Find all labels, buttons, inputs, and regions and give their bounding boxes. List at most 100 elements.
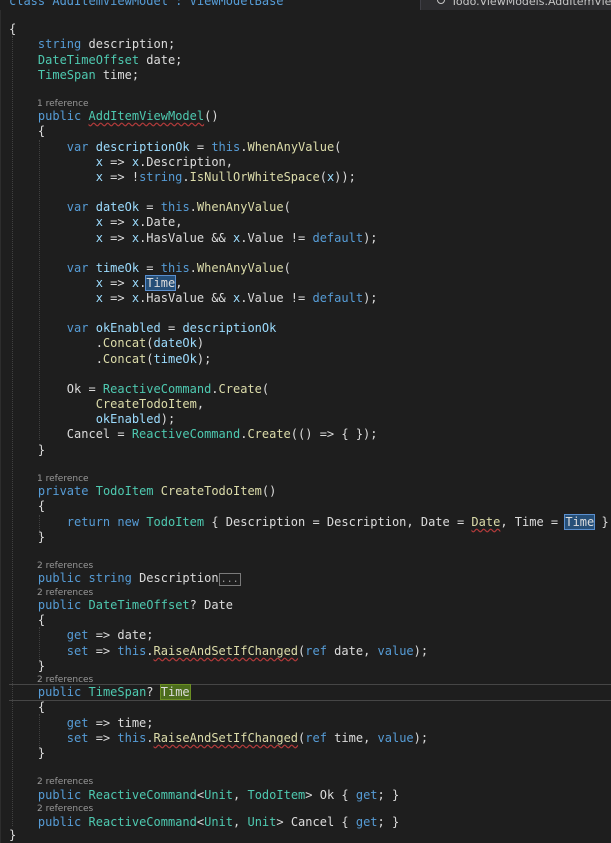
code-token: ); <box>363 291 378 305</box>
code-token: return <box>66 515 111 529</box>
code-token: public <box>37 598 82 612</box>
code-token: set <box>66 644 89 658</box>
code-token: timeOk <box>95 261 140 275</box>
code-line[interactable]: var dateOk = this.WhenAnyValue( <box>9 200 611 215</box>
code-line[interactable]: .Concat(dateOk) <box>9 336 611 351</box>
code-token: ); <box>413 644 429 658</box>
codelens-cancel-references[interactable]: 2 references <box>37 804 93 815</box>
code-line[interactable]: Ok = ReactiveCommand.Create( <box>9 382 611 397</box>
code-token: AddItemViewModel <box>88 109 205 123</box>
code-line[interactable]: CreateTodoItem, <box>9 397 611 412</box>
code-line[interactable]: var timeOk = this.WhenAnyValue( <box>9 261 611 276</box>
code-token: Time <box>159 684 191 700</box>
code-token: Unit <box>204 788 234 802</box>
code-line[interactable]: public AddItemViewModel() <box>9 109 611 124</box>
code-line[interactable]: } <box>9 828 611 843</box>
code-line[interactable]: public DateTimeOffset? Date <box>9 598 611 613</box>
code-token: string <box>139 170 183 184</box>
code-line[interactable]: var okEnabled = descriptionOk <box>9 321 611 336</box>
code-token: get <box>355 788 378 802</box>
code-token: > Cancel { <box>276 815 356 829</box>
code-line[interactable]: x => x.Date, <box>9 215 611 230</box>
code-token: public <box>37 571 82 585</box>
code-line[interactable]: DateTimeOffset date; <box>9 53 611 68</box>
code-token: TodoItem <box>95 484 154 498</box>
code-line[interactable]: x => x.Description, <box>9 155 611 170</box>
code-line[interactable]: } <box>9 746 611 761</box>
code-line[interactable]: get => time; <box>9 716 611 731</box>
navigation-dropdown[interactable]: Todo.ViewModels.AddItemViewModel <box>420 0 611 10</box>
code-token: dateOk <box>153 336 197 350</box>
navigation-dropdown-label: Todo.ViewModels.AddItemViewModel <box>451 0 611 8</box>
code-line[interactable]: } <box>9 530 611 545</box>
code-line[interactable]: x => x.Time, <box>9 275 611 291</box>
code-token: , <box>233 788 248 802</box>
code-token: description; <box>81 37 176 51</box>
code-line[interactable]: } <box>9 443 611 458</box>
code-token: x <box>95 170 103 184</box>
code-token: date; <box>139 53 183 67</box>
code-editor[interactable]: class AddItemViewModel : ViewModelBase T… <box>0 0 611 843</box>
code-line[interactable]: public string Description... <box>9 571 611 586</box>
code-token: this <box>160 261 190 275</box>
code-line[interactable]: { <box>9 499 611 514</box>
code-line[interactable]: .Concat(timeOk); <box>9 352 611 367</box>
code-token: ) <box>196 336 205 350</box>
code-line[interactable]: return new TodoItem { Description = Desc… <box>9 514 611 530</box>
code-token: ); <box>363 231 378 245</box>
code-line[interactable]: } <box>9 659 611 674</box>
code-line[interactable]: public TimeSpan? Time <box>9 684 611 701</box>
code-token: ; } <box>377 815 400 829</box>
code-line[interactable]: x => x.HasValue && x.Value != default); <box>9 231 611 246</box>
code-token: WhenAnyValue <box>196 261 284 275</box>
code-line[interactable]: get => date; <box>9 628 611 643</box>
class-declaration-line: class AddItemViewModel : ViewModelBase <box>9 0 284 8</box>
code-token: DateTimeOffset <box>88 598 190 612</box>
code-token: IsNullOrWhiteSpace <box>189 170 320 184</box>
code-token: Create <box>218 382 262 396</box>
code-token: new <box>117 515 140 529</box>
code-line[interactable]: { <box>9 124 611 139</box>
code-token: . <box>211 382 219 396</box>
code-token: public <box>37 815 82 829</box>
code-line[interactable]: Cancel = ReactiveCommand.Create(() => { … <box>9 427 611 442</box>
code-line[interactable]: x => !string.IsNullOrWhiteSpace(x)); <box>9 170 611 185</box>
code-token: date, <box>326 644 378 658</box>
code-line[interactable]: { <box>9 700 611 715</box>
code-line[interactable]: string description; <box>9 37 611 52</box>
code-line[interactable]: x => x.HasValue && x.Value != default); <box>9 291 611 306</box>
code-line[interactable]: set => this.RaiseAndSetIfChanged(ref dat… <box>9 644 611 659</box>
code-line[interactable]: var descriptionOk = this.WhenAnyValue( <box>9 140 611 155</box>
code-line[interactable]: TimeSpan time; <box>9 68 611 83</box>
code-token: x <box>95 155 103 169</box>
code-token: Time <box>564 514 596 530</box>
code-token: > Ok { <box>305 788 356 802</box>
code-token: } <box>9 530 46 544</box>
code-line[interactable]: { <box>9 22 611 37</box>
code-token: this <box>117 731 147 745</box>
gutter-edge <box>0 10 1 843</box>
code-token: , <box>233 815 248 829</box>
code-token: => <box>88 644 118 658</box>
code-line[interactable]: set => this.RaiseAndSetIfChanged(ref tim… <box>9 731 611 746</box>
code-token: => date; <box>88 628 154 642</box>
code-token: string <box>88 571 132 585</box>
code-line[interactable]: public ReactiveCommand<Unit, TodoItem> O… <box>9 788 611 803</box>
code-line[interactable]: okEnabled); <box>9 412 611 427</box>
code-line[interactable]: { <box>9 613 611 628</box>
code-token: .Value != <box>240 231 313 245</box>
code-token: public <box>37 109 82 123</box>
code-line[interactable]: private TodoItem CreateTodoItem() <box>9 484 611 499</box>
codelens-ok-references[interactable]: 2 references <box>37 777 93 788</box>
